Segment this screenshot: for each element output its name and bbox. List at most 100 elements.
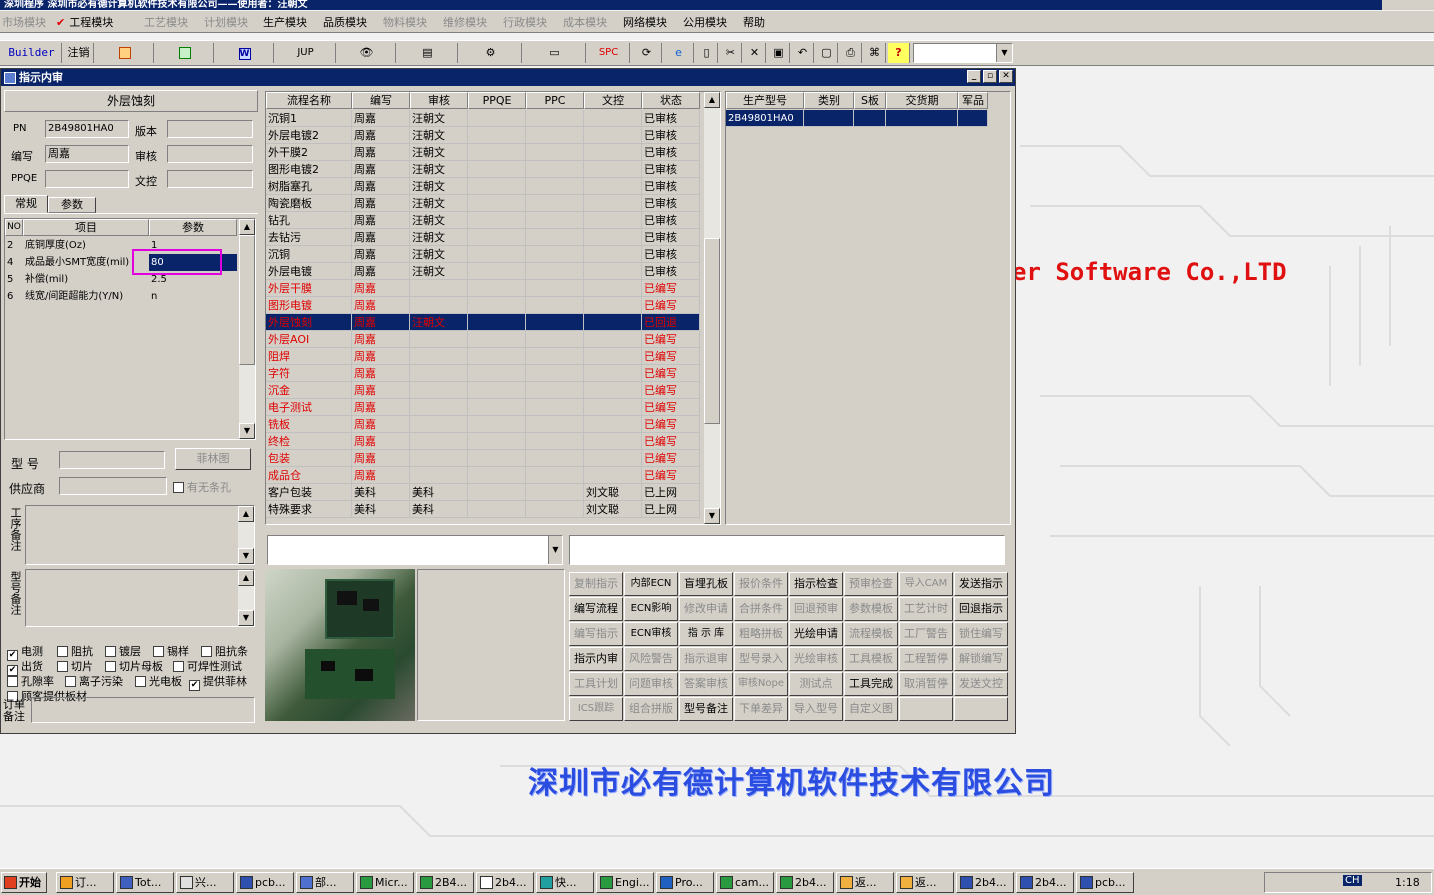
scroll-up-icon[interactable]: ▲ xyxy=(239,219,255,235)
menu-item-8[interactable]: 行政模块 xyxy=(503,14,547,30)
action-button-4-0[interactable]: 工具计划 xyxy=(569,672,623,696)
process-header-1[interactable]: 编写 xyxy=(352,92,410,109)
menu-item-5[interactable]: 品质模块 xyxy=(323,14,367,30)
order-note-area[interactable] xyxy=(31,697,255,723)
taskbar-item[interactable]: 返... xyxy=(896,872,954,893)
cut-icon[interactable]: ✂ xyxy=(720,43,742,63)
ppqe-field[interactable] xyxy=(45,170,129,188)
menu-item-0[interactable]: 市场模块 xyxy=(2,14,46,30)
action-button-4-2[interactable]: 答案审核 xyxy=(679,672,733,696)
action-button-0-1[interactable]: 内部ECN xyxy=(624,572,678,596)
taskbar-item[interactable]: Micr... xyxy=(356,872,414,893)
menu-item-2[interactable]: 工艺模块 xyxy=(144,14,188,30)
word-icon[interactable]: W xyxy=(216,43,274,63)
action-button-3-7[interactable]: 解锁编写 xyxy=(954,647,1008,671)
checkbox-12[interactable]: ✔ 提供菲林 xyxy=(189,673,247,691)
product-header-0[interactable]: 生产型号 xyxy=(726,92,804,109)
preview-icon[interactable]: ▢ xyxy=(816,43,838,63)
reviewer-field[interactable] xyxy=(167,145,253,163)
action-button-5-4[interactable]: 导入型号 xyxy=(789,697,843,721)
action-button-0-5[interactable]: 预审检查 xyxy=(844,572,898,596)
logout-button[interactable]: 注销 xyxy=(64,43,94,63)
process-header-3[interactable]: PPQE xyxy=(468,92,526,109)
taskbar-item[interactable]: 2b4... xyxy=(956,872,1014,893)
film-drawing-button[interactable]: 菲林图 xyxy=(175,448,251,470)
menu-item-6[interactable]: 物料模块 xyxy=(383,14,427,30)
model-field[interactable] xyxy=(59,451,165,469)
jup-button[interactable]: JUP xyxy=(276,43,336,63)
checkbox-9[interactable]: 孔隙率 xyxy=(7,673,54,689)
process-header-4[interactable]: PPC xyxy=(526,92,584,109)
checkbox-8[interactable]: 可焊性测试 xyxy=(173,658,242,674)
action-button-1-6[interactable]: 工艺计时 xyxy=(899,597,953,621)
action-button-2-5[interactable]: 流程模板 xyxy=(844,622,898,646)
slot-hole-checkbox[interactable]: 有无条孔 xyxy=(173,479,231,495)
process-combo[interactable]: ▼ xyxy=(267,535,563,565)
checkbox-11[interactable]: 光电板 xyxy=(135,673,182,689)
action-button-0-7[interactable]: 发送指示 xyxy=(954,572,1008,596)
action-button-2-6[interactable]: 工厂警告 xyxy=(899,622,953,646)
taskbar-item[interactable]: 2b4... xyxy=(776,872,834,893)
menu-item-9[interactable]: 成本模块 xyxy=(563,14,607,30)
checkbox-3[interactable]: 锡样 xyxy=(153,643,189,659)
tab-general[interactable]: 常规 xyxy=(4,195,48,213)
action-button-4-4[interactable]: 测试点 xyxy=(789,672,843,696)
product-header-1[interactable]: 类别 xyxy=(804,92,854,109)
taskbar-item[interactable]: 快... xyxy=(536,872,594,893)
action-button-2-4[interactable]: 光绘申请 xyxy=(789,622,843,646)
menu-item-7[interactable]: 维修模块 xyxy=(443,14,487,30)
ime-indicator[interactable]: CH xyxy=(1343,875,1362,886)
action-button-4-3[interactable]: 审核Nope xyxy=(734,672,788,696)
action-button-1-1[interactable]: ECN影响 xyxy=(624,597,678,621)
scroll-thumb[interactable] xyxy=(239,235,255,365)
close-x-icon[interactable]: ✕ xyxy=(744,43,766,63)
product-cell-cat[interactable] xyxy=(804,110,854,127)
action-button-4-6[interactable]: 取消暂停 xyxy=(899,672,953,696)
action-button-2-7[interactable]: 锁住编写 xyxy=(954,622,1008,646)
checkbox-2[interactable]: 镀层 xyxy=(105,643,141,659)
action-button-5-0[interactable]: ICS跟踪 xyxy=(569,697,623,721)
ie-icon[interactable]: e xyxy=(664,43,694,63)
scroll-thumb[interactable] xyxy=(704,238,720,424)
taskbar-item[interactable]: 兴... xyxy=(176,872,234,893)
action-button-0-0[interactable]: 复制指示 xyxy=(569,572,623,596)
spc-button[interactable]: SPC xyxy=(588,43,630,63)
process-header-6[interactable]: 状态 xyxy=(642,92,700,109)
action-button-2-1[interactable]: ECN审核 xyxy=(624,622,678,646)
taskbar-item[interactable]: 2B4... xyxy=(416,872,474,893)
action-button-0-2[interactable]: 盲埋孔板 xyxy=(679,572,733,596)
process-header-5[interactable]: 文控 xyxy=(584,92,642,109)
binoculars-icon[interactable]: ⌘ xyxy=(864,43,886,63)
chevron-down-icon[interactable]: ▼ xyxy=(548,536,562,564)
scroll-up-icon[interactable]: ▲ xyxy=(238,506,254,522)
scroll-up-icon[interactable]: ▲ xyxy=(238,570,254,586)
new-file-icon[interactable]: ▯ xyxy=(696,43,718,63)
process-header-0[interactable]: 流程名称 xyxy=(266,92,352,109)
param-value[interactable]: n xyxy=(149,288,237,305)
param-scrollbar[interactable]: ▲ ▼ xyxy=(239,219,255,439)
action-button-2-3[interactable]: 粗略拼板 xyxy=(734,622,788,646)
action-button-3-3[interactable]: 型号录入 xyxy=(734,647,788,671)
supplier-field[interactable] xyxy=(59,477,167,495)
builder-button[interactable]: Builder xyxy=(2,43,62,63)
version-field[interactable] xyxy=(167,120,253,138)
scroll-down-icon[interactable]: ▼ xyxy=(704,508,720,524)
remark-input[interactable] xyxy=(569,535,1005,565)
writer-field[interactable]: 周嘉 xyxy=(45,145,129,163)
network-icon[interactable]: ⚙ xyxy=(460,43,522,63)
action-button-3-4[interactable]: 光绘审核 xyxy=(789,647,843,671)
action-button-0-6[interactable]: 导入CAM xyxy=(899,572,953,596)
action-button-1-3[interactable]: 合拼条件 xyxy=(734,597,788,621)
taskbar-item[interactable]: pcb... xyxy=(1076,872,1134,893)
scroll-down-icon[interactable]: ▼ xyxy=(239,423,255,439)
taskbar-item[interactable]: 返... xyxy=(836,872,894,893)
action-button-5-3[interactable]: 下单差异 xyxy=(734,697,788,721)
chevron-down-icon[interactable]: ▼ xyxy=(996,44,1012,62)
product-cell-mil[interactable] xyxy=(958,110,988,127)
action-button-2-2[interactable]: 指 示 库 xyxy=(679,622,733,646)
help-icon[interactable]: ? xyxy=(888,43,910,63)
taskbar-item[interactable]: 部... xyxy=(296,872,354,893)
action-button-3-0[interactable]: 指示内审 xyxy=(569,647,623,671)
action-button-3-6[interactable]: 工程暂停 xyxy=(899,647,953,671)
action-button-1-2[interactable]: 修改申请 xyxy=(679,597,733,621)
